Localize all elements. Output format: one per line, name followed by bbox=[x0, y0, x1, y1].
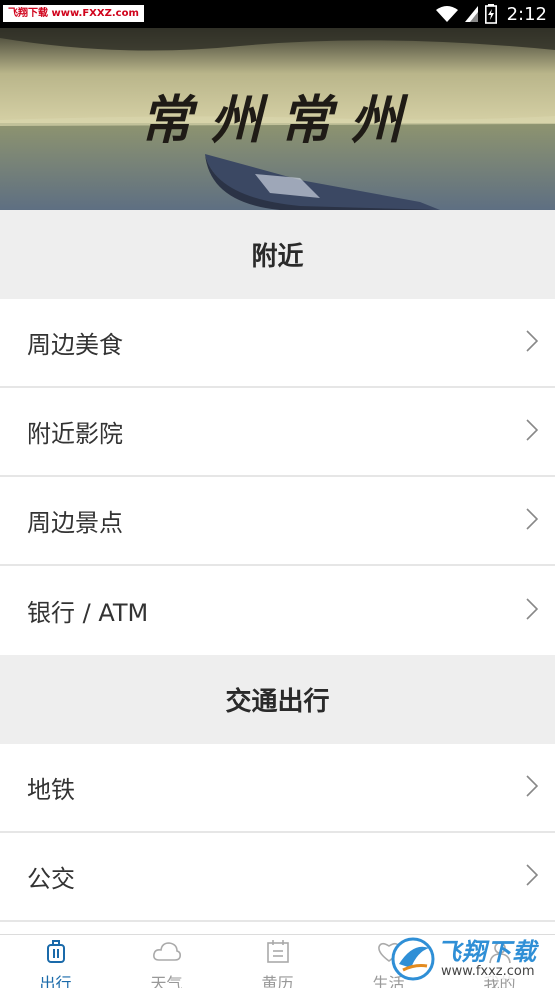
nav-label: 天气 bbox=[150, 974, 183, 988]
banner-title: 常州常州 bbox=[140, 90, 421, 151]
chevron-right-icon bbox=[526, 507, 539, 534]
chevron-right-icon bbox=[526, 774, 539, 801]
list-item-label: 地铁 bbox=[27, 776, 75, 804]
luggage-icon bbox=[44, 939, 68, 969]
nav-tab-weather[interactable]: 天气 bbox=[111, 935, 222, 988]
list-item-label: 银行 / ATM bbox=[27, 599, 149, 627]
chevron-right-icon bbox=[526, 597, 539, 624]
fxxz-logo-icon bbox=[391, 937, 435, 981]
list-item-subway[interactable]: 地铁 bbox=[0, 744, 555, 833]
section-header-nearby: 附近 bbox=[0, 210, 555, 299]
list-item-label: 附近影院 bbox=[27, 420, 123, 448]
section-header-transport: 交通出行 bbox=[0, 655, 555, 744]
nav-tab-travel[interactable]: 出行 bbox=[0, 935, 111, 988]
watermark-brand: 飞翔下载 bbox=[437, 938, 537, 966]
list-item-bus[interactable]: 公交 bbox=[0, 833, 555, 922]
status-time: 2:12 bbox=[506, 3, 547, 25]
list-item-label: 周边景点 bbox=[27, 509, 123, 537]
list-item-bank-atm[interactable]: 银行 / ATM bbox=[0, 566, 555, 655]
calendar-icon bbox=[265, 939, 291, 969]
chevron-right-icon bbox=[526, 418, 539, 445]
nav-tab-almanac[interactable]: 黄历 bbox=[222, 935, 333, 988]
chevron-right-icon bbox=[526, 329, 539, 356]
battery-icon bbox=[484, 4, 497, 24]
nav-label: 黄历 bbox=[261, 974, 294, 988]
list-item-cinema[interactable]: 附近影院 bbox=[0, 388, 555, 477]
signal-icon bbox=[464, 5, 479, 23]
watermark-logo: 飞翔下载 www.fxxz.com bbox=[389, 930, 549, 988]
list-item-scenic[interactable]: 周边景点 bbox=[0, 477, 555, 566]
wifi-icon bbox=[435, 5, 459, 23]
nav-label: 出行 bbox=[39, 974, 72, 988]
watermark-url: www.fxxz.com bbox=[441, 964, 535, 979]
banner-image: 常州常州 bbox=[0, 28, 555, 210]
chevron-right-icon bbox=[526, 863, 539, 890]
status-bar: 飞翔下载 www.FXXZ.com 2:12 bbox=[0, 0, 555, 28]
list-item-label: 公交 bbox=[27, 865, 75, 893]
watermark-badge: 飞翔下载 www.FXXZ.com bbox=[3, 5, 144, 22]
list-item-food[interactable]: 周边美食 bbox=[0, 299, 555, 388]
status-icons: 2:12 bbox=[435, 0, 547, 28]
list-item-label: 周边美食 bbox=[27, 331, 123, 359]
cloud-icon bbox=[152, 939, 182, 969]
